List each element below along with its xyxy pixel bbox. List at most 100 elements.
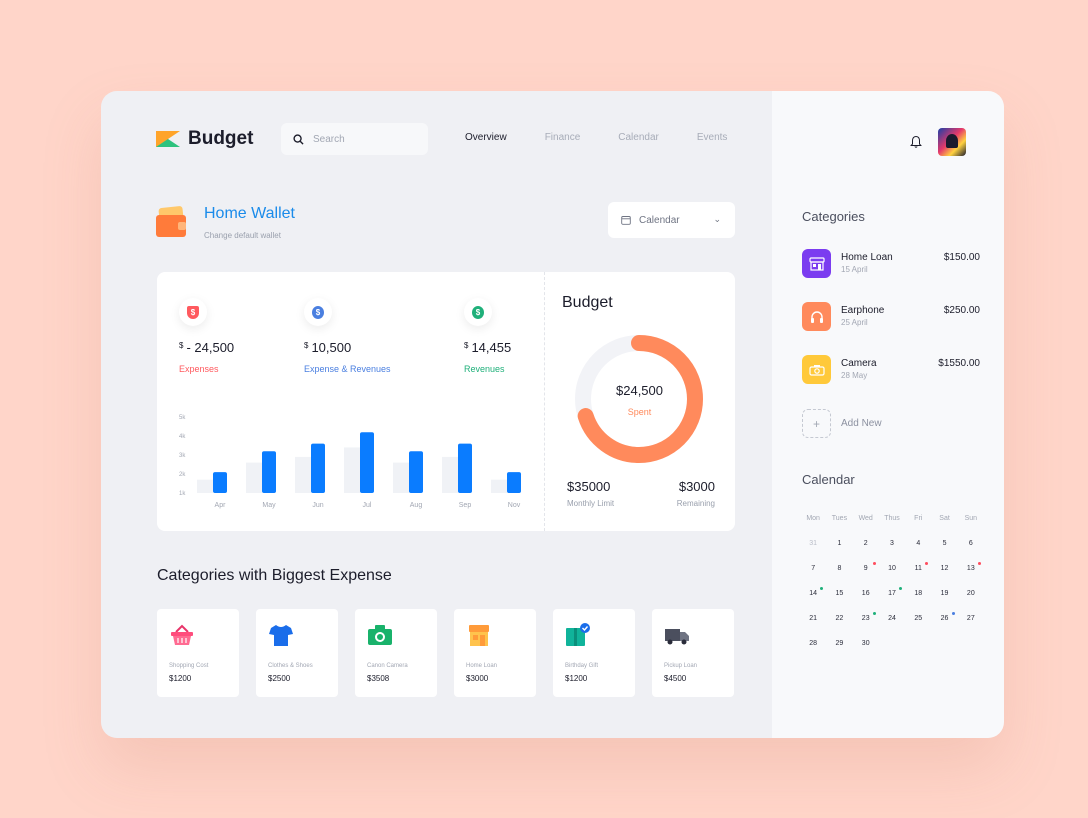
calendar-day[interactable]: 23 bbox=[853, 612, 879, 622]
main-panel: Budget Overview Finance Calendar Events … bbox=[101, 91, 772, 738]
calendar-day[interactable]: 29 bbox=[826, 640, 852, 647]
category-item[interactable]: Home Loan 15 April $150.00 bbox=[802, 249, 980, 279]
calendar-day[interactable]: 5 bbox=[931, 540, 957, 547]
monthly-limit-value: $35000 bbox=[567, 479, 611, 494]
y-tick-label: 4k bbox=[179, 434, 186, 440]
calendar-day[interactable]: 15 bbox=[826, 590, 852, 597]
pin-dollar-icon: $ bbox=[304, 298, 332, 326]
bar-background bbox=[197, 479, 213, 493]
week-row: 7 8 9 10 11 12 13 bbox=[800, 556, 984, 581]
bar-background bbox=[442, 456, 458, 493]
bell-icon[interactable] bbox=[910, 135, 922, 149]
nav-events[interactable]: Events bbox=[697, 132, 728, 143]
app-window: Budget Overview Finance Calendar Events … bbox=[101, 91, 1004, 738]
calendar-day[interactable]: 6 bbox=[958, 540, 984, 547]
expense-tile[interactable]: Pickup Loan $4500 bbox=[652, 609, 734, 697]
tile-name: Canon Camera bbox=[367, 663, 408, 669]
category-item[interactable]: Camera 28 May $1550.00 bbox=[802, 355, 980, 385]
calendar-day[interactable]: 8 bbox=[826, 565, 852, 572]
weekday: Sat bbox=[939, 515, 950, 522]
calendar-day[interactable]: 31 bbox=[800, 540, 826, 547]
nav-calendar[interactable]: Calendar bbox=[618, 132, 659, 143]
user-area bbox=[910, 128, 966, 156]
y-tick-label: 1k bbox=[179, 491, 186, 497]
bar[interactable] bbox=[409, 451, 423, 493]
expense-tile[interactable]: Canon Camera $3508 bbox=[355, 609, 437, 697]
search-input[interactable] bbox=[313, 133, 413, 145]
bar[interactable] bbox=[458, 443, 472, 493]
calendar-day[interactable]: 1 bbox=[826, 540, 852, 547]
expense-tile[interactable]: Home Loan $3000 bbox=[454, 609, 536, 697]
logo[interactable]: Budget bbox=[156, 128, 253, 150]
biggest-expense-title: Categories with Biggest Expense bbox=[157, 567, 392, 584]
store-icon bbox=[802, 249, 831, 278]
wallet-title[interactable]: Home Wallet bbox=[204, 205, 295, 223]
calendar-day[interactable]: 4 bbox=[905, 540, 931, 547]
calendar-day[interactable]: 10 bbox=[879, 565, 905, 572]
stat-value: $14,455 bbox=[464, 340, 512, 355]
calendar-day[interactable]: 11 bbox=[905, 562, 931, 572]
headphones-icon bbox=[802, 302, 831, 331]
calendar-day[interactable]: 17 bbox=[879, 587, 905, 597]
truck-icon bbox=[665, 629, 689, 645]
add-new-button[interactable]: + Add New bbox=[802, 409, 882, 438]
calendar-day[interactable]: 13 bbox=[958, 562, 984, 572]
plus-icon: + bbox=[802, 409, 831, 438]
calendar-day[interactable]: 28 bbox=[800, 640, 826, 647]
bar-background bbox=[491, 479, 507, 493]
event-dot bbox=[951, 612, 955, 615]
tile-name: Pickup Loan bbox=[664, 663, 698, 669]
nav-finance[interactable]: Finance bbox=[545, 132, 581, 143]
calendar-select[interactable]: Calendar ⌄ bbox=[608, 202, 735, 238]
calendar-day[interactable]: 26 bbox=[931, 612, 957, 622]
calendar-day[interactable]: 16 bbox=[853, 590, 879, 597]
calendar-day[interactable]: 30 bbox=[853, 640, 879, 647]
calendar-day[interactable]: 21 bbox=[800, 615, 826, 622]
x-tick-label: Jul bbox=[363, 502, 372, 509]
calendar-day[interactable]: 18 bbox=[905, 590, 931, 597]
logo-icon bbox=[156, 131, 180, 147]
calendar-day[interactable]: 27 bbox=[958, 615, 984, 622]
store-icon bbox=[469, 625, 489, 646]
spent-value: $24,500 bbox=[616, 383, 663, 398]
chevron-down-icon: ⌄ bbox=[713, 214, 721, 224]
stat-label: Expense & Revenues bbox=[304, 364, 391, 374]
camera-icon bbox=[368, 625, 392, 645]
tile-name: Shopping Cost bbox=[169, 663, 209, 669]
expense-tile[interactable]: Shopping Cost $1200 bbox=[157, 609, 239, 697]
avatar[interactable] bbox=[938, 128, 966, 156]
bar[interactable] bbox=[507, 472, 521, 493]
calendar-day[interactable]: 22 bbox=[826, 615, 852, 622]
search-icon bbox=[293, 133, 304, 145]
week-row: 14 15 16 17 18 19 20 bbox=[800, 581, 984, 606]
tile-amount: $2500 bbox=[268, 674, 291, 683]
calendar-day[interactable]: 9 bbox=[853, 562, 879, 572]
bar[interactable] bbox=[311, 443, 325, 493]
calendar-day[interactable]: 19 bbox=[931, 590, 957, 597]
remaining: $3000 Remaining bbox=[677, 479, 715, 508]
calendar-day[interactable]: 24 bbox=[879, 615, 905, 622]
nav-overview[interactable]: Overview bbox=[465, 132, 507, 143]
bar[interactable] bbox=[262, 451, 276, 493]
calendar-day[interactable]: 20 bbox=[958, 590, 984, 597]
category-item[interactable]: Earphone 25 April $250.00 bbox=[802, 302, 980, 332]
bar-background bbox=[393, 462, 409, 493]
tile-amount: $1200 bbox=[169, 674, 192, 683]
bar[interactable] bbox=[213, 472, 227, 493]
calendar-day[interactable]: 14 bbox=[800, 587, 826, 597]
stats-panel: $ $ - 24,500 Expenses $ $10,500 Expense &… bbox=[157, 272, 735, 531]
weekday: Fri bbox=[914, 515, 923, 522]
bar-background bbox=[344, 447, 360, 493]
bar[interactable] bbox=[360, 432, 374, 493]
calendar-day[interactable]: 2 bbox=[853, 540, 879, 547]
expense-tile[interactable]: Clothes & Shoes $2500 bbox=[256, 609, 338, 697]
calendar-day[interactable]: 7 bbox=[800, 565, 826, 572]
tile-name: Birthday Gift bbox=[565, 663, 599, 669]
calendar-icon bbox=[621, 216, 631, 225]
search-box[interactable] bbox=[281, 123, 428, 155]
change-wallet-link[interactable]: Change default wallet bbox=[204, 231, 281, 240]
expense-tile[interactable]: Birthday Gift $1200 bbox=[553, 609, 635, 697]
calendar-day[interactable]: 25 bbox=[905, 615, 931, 622]
calendar-day[interactable]: 12 bbox=[931, 565, 957, 572]
calendar-day[interactable]: 3 bbox=[879, 540, 905, 547]
